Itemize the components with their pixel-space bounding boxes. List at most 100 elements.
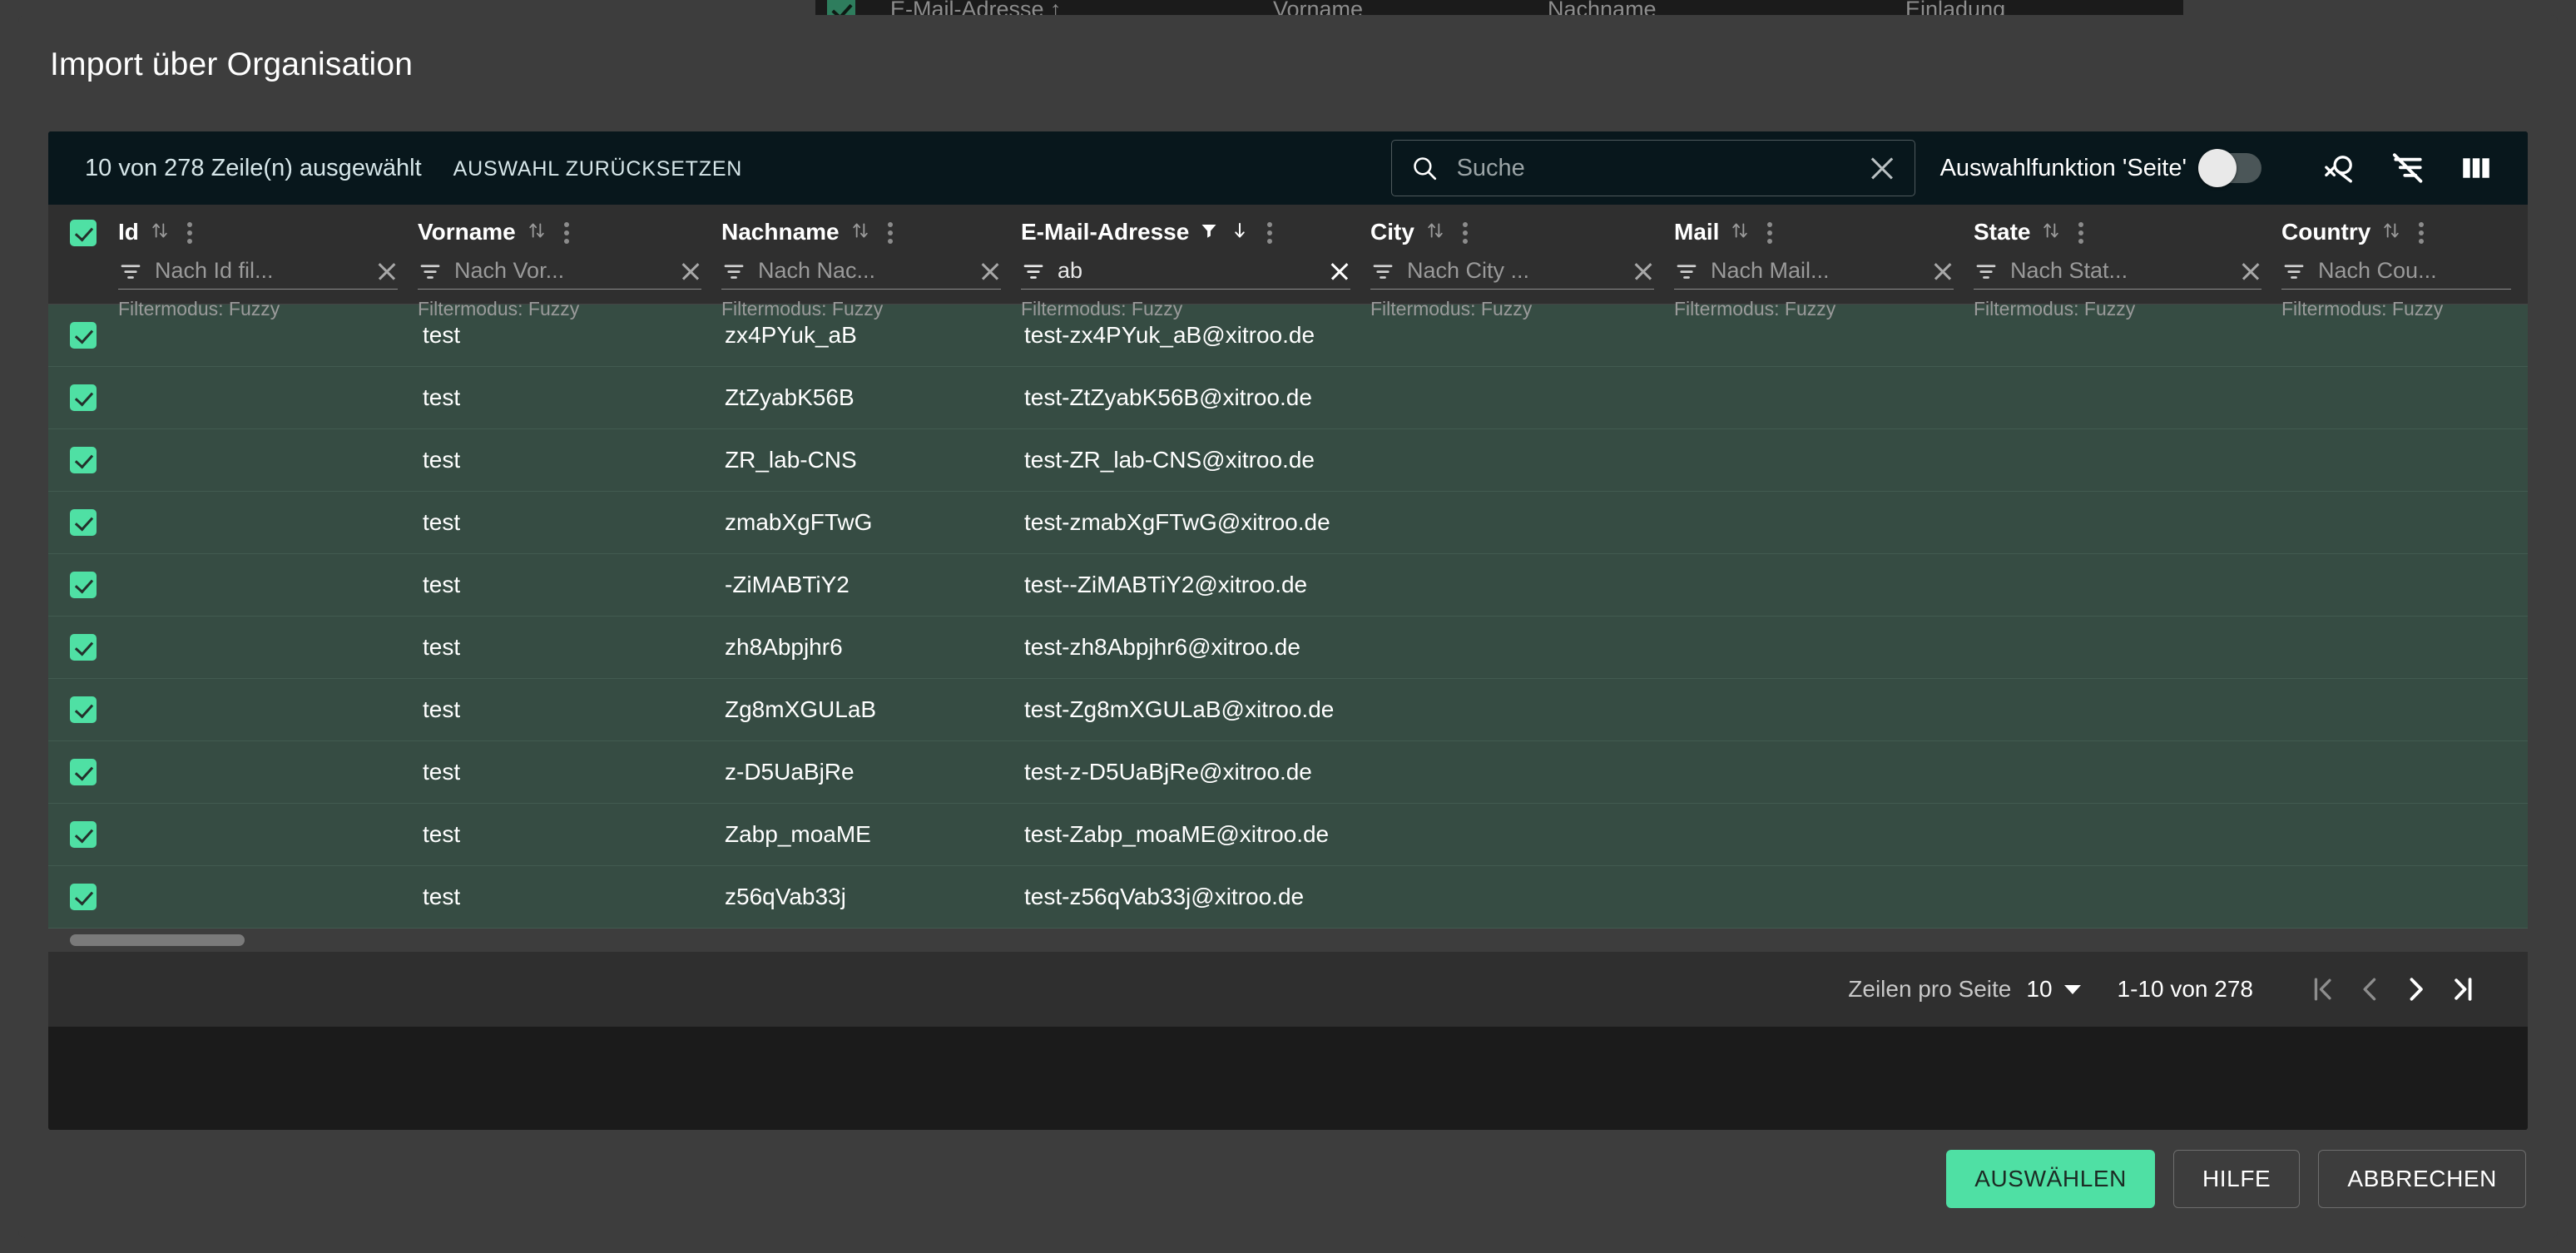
clear-search-icon[interactable] (1868, 154, 1896, 182)
scrollbar-thumb[interactable] (70, 934, 245, 946)
sort-icon-country[interactable] (2380, 220, 2402, 245)
row-select-cell (48, 384, 118, 411)
clear-filter-icon-city[interactable] (1632, 260, 1654, 282)
filter-list-icon-mail[interactable] (1674, 259, 1699, 284)
help-button[interactable]: HILFE (2172, 1150, 2301, 1208)
pagination-range-label: 1-10 von 278 (2117, 976, 2253, 1002)
row-checkbox[interactable] (70, 696, 97, 723)
row-checkbox[interactable] (70, 759, 97, 785)
clear-filter-icon-nachname[interactable] (979, 260, 1001, 282)
filter-input-vorname[interactable] (454, 258, 668, 284)
cell-vorname: test (423, 884, 461, 909)
horizontal-scrollbar[interactable] (48, 929, 2528, 952)
filter-input-email[interactable] (1058, 258, 1317, 284)
row-checkbox[interactable] (70, 821, 97, 848)
page-selection-toggle-label: Auswahlfunktion 'Seite' (1939, 154, 2187, 181)
sort-icon-state[interactable] (2040, 220, 2062, 245)
filter-list-icon-nachname[interactable] (721, 259, 746, 284)
filter-list-icon-email[interactable] (1021, 259, 1046, 284)
filter-input-nachname[interactable] (758, 258, 968, 284)
select-all-checkbox[interactable] (70, 220, 97, 246)
clear-filter-icon-vorname[interactable] (680, 260, 701, 282)
column-menu-icon-country[interactable] (2419, 218, 2425, 246)
column-filter-state[interactable] (1974, 258, 2261, 290)
view-columns-icon[interactable] (2458, 150, 2494, 186)
filter-input-mail[interactable] (1711, 258, 1920, 284)
search-input[interactable] (1456, 154, 1868, 182)
row-checkbox[interactable] (70, 884, 97, 910)
column-menu-icon-id[interactable] (186, 218, 194, 246)
dialog-footer: AUSWÄHLEN HILFE ABBRECHEN (1946, 1150, 2526, 1208)
reset-selection-button[interactable]: AUSWAHL ZURÜCKSETZEN (453, 157, 743, 181)
filter-list-icon-state[interactable] (1974, 259, 1999, 284)
table-row[interactable]: test Zg8mXGULaB test-Zg8mXGULaB@xitroo.de (48, 679, 2528, 741)
table-row[interactable]: test Zabp_moaME test-Zabp_moaME@xitroo.de (48, 804, 2528, 866)
filter-mode-vorname: Filtermodus: Fuzzy (418, 298, 580, 319)
clear-filter-icon-email[interactable] (1329, 260, 1350, 282)
column-filter-nachname[interactable] (721, 258, 1001, 290)
table-row[interactable]: test z56qVab33j test-z56qVab33j@xitroo.de (48, 866, 2528, 929)
first-page-button[interactable] (2300, 966, 2346, 1013)
select-button[interactable]: AUSWÄHLEN (1946, 1150, 2155, 1208)
clear-filter-icon-mail[interactable] (1932, 260, 1954, 282)
column-menu-icon-mail[interactable] (1767, 218, 1774, 246)
filter-input-country[interactable] (2318, 258, 2511, 284)
filter-list-icon-vorname[interactable] (418, 259, 443, 284)
filter-input-city[interactable] (1407, 258, 1621, 284)
column-filter-id[interactable] (118, 258, 398, 290)
filter-off-icon[interactable] (2390, 150, 2426, 186)
column-menu-icon-state[interactable] (2078, 218, 2085, 246)
sort-icon-nachname[interactable] (850, 220, 871, 245)
filter-mode-state: Filtermodus: Fuzzy (1974, 298, 2136, 319)
column-menu-icon-email[interactable] (1267, 218, 1274, 246)
sort-icon-mail[interactable] (1729, 220, 1751, 245)
column-menu-icon-nachname[interactable] (887, 218, 894, 246)
row-checkbox[interactable] (70, 322, 97, 349)
sort-icon-id[interactable] (149, 220, 171, 245)
row-checkbox[interactable] (70, 572, 97, 598)
filter-list-icon-id[interactable] (118, 259, 143, 284)
row-checkbox[interactable] (70, 384, 97, 411)
row-checkbox[interactable] (70, 447, 97, 473)
column-menu-icon-vorname[interactable] (563, 218, 571, 246)
filter-list-icon-country[interactable] (2281, 259, 2306, 284)
filter-list-icon-city[interactable] (1370, 259, 1395, 284)
rows-per-page-select[interactable]: 10 (2026, 976, 2081, 1003)
next-page-button[interactable] (2393, 966, 2440, 1013)
table-row[interactable]: test zh8Abpjhr6 test-zh8Abpjhr6@xitroo.de (48, 617, 2528, 679)
cancel-button[interactable]: ABBRECHEN (2318, 1150, 2526, 1208)
last-page-button[interactable] (2440, 966, 2486, 1013)
column-label-id: Id (118, 219, 139, 245)
sort-icon-vorname[interactable] (526, 220, 547, 245)
table-row[interactable]: test ZR_lab-CNS test-ZR_lab-CNS@xitroo.de (48, 429, 2528, 492)
previous-page-button[interactable] (2346, 966, 2393, 1013)
row-select-cell (48, 696, 118, 723)
page-title: Import über Organisation (50, 47, 414, 82)
row-checkbox[interactable] (70, 509, 97, 536)
search-off-icon[interactable] (2321, 150, 2358, 186)
clear-filter-icon-id[interactable] (376, 260, 398, 282)
column-filter-mail[interactable] (1674, 258, 1954, 290)
row-checkbox[interactable] (70, 634, 97, 661)
column-filter-vorname[interactable] (418, 258, 701, 290)
cell-email: test--ZiMABTiY2@xitroo.de (1024, 572, 1308, 597)
table-row[interactable]: test z-D5UaBjRe test-z-D5UaBjRe@xitroo.de (48, 741, 2528, 804)
page-selection-toggle[interactable] (2198, 149, 2261, 187)
column-filter-city[interactable] (1370, 258, 1654, 290)
filter-active-icon-email[interactable] (1199, 220, 1219, 245)
sort-icon-city[interactable] (1424, 220, 1446, 245)
clear-filter-icon-state[interactable] (2240, 260, 2261, 282)
column-filter-email[interactable] (1021, 258, 1350, 290)
filter-input-state[interactable] (2010, 258, 2228, 284)
table-row[interactable]: test zmabXgFTwG test-zmabXgFTwG@xitroo.de (48, 492, 2528, 554)
filter-input-id[interactable] (155, 258, 364, 284)
table-row[interactable]: test -ZiMABTiY2 test--ZiMABTiY2@xitroo.de (48, 554, 2528, 617)
filter-mode-id: Filtermodus: Fuzzy (118, 298, 280, 319)
column-filter-country[interactable] (2281, 258, 2511, 290)
cell-vorname: test (423, 509, 461, 535)
search-box[interactable] (1390, 140, 1915, 196)
table-row[interactable]: test ZtZyabK56B test-ZtZyabK56B@xitroo.de (48, 367, 2528, 429)
column-menu-icon-city[interactable] (1462, 218, 1469, 246)
column-header-email: E-Mail-Adresse Filtermodus: (1021, 205, 1370, 319)
sort-desc-icon-email[interactable] (1229, 220, 1251, 245)
